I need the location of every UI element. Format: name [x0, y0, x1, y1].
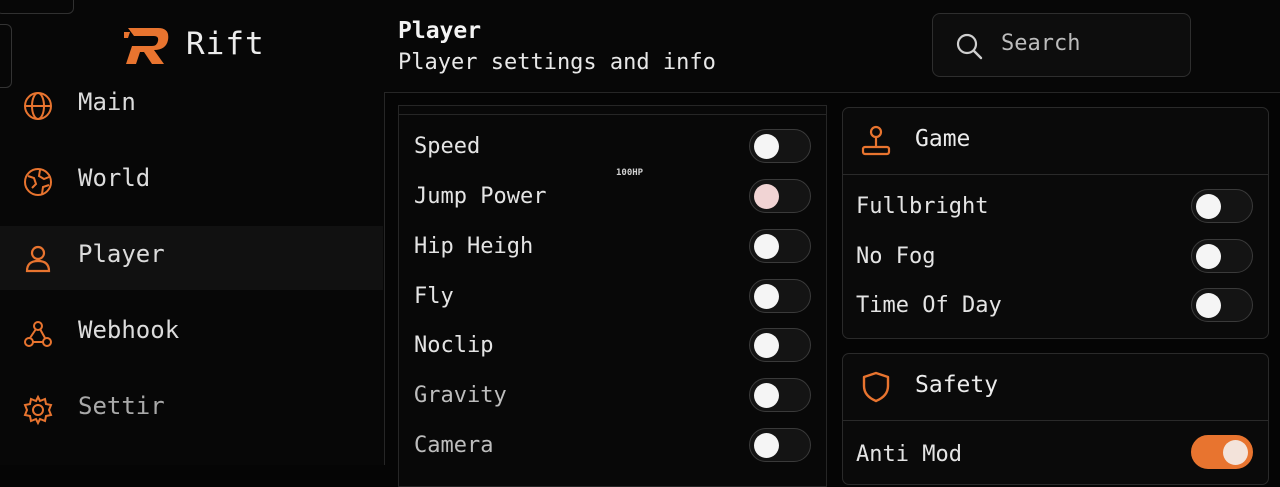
toggle-knob [1196, 244, 1221, 269]
page-subtitle: Player settings and info [398, 50, 716, 75]
sidebar-item-label: World [78, 164, 151, 192]
gravity-toggle[interactable] [749, 378, 811, 412]
webhook-icon [24, 321, 52, 347]
toggle-knob [1196, 194, 1221, 219]
fly-toggle[interactable] [749, 279, 811, 313]
card-title: Game [915, 126, 971, 152]
toggle-label: Anti Mod [856, 442, 962, 467]
toggle-label: Time Of Day [856, 293, 1002, 318]
toggle-row-fullbright: Fullbright [843, 184, 1268, 232]
sidebar-item-label: Main [78, 88, 136, 116]
safety-card: Safety Anti Mod [842, 353, 1269, 485]
gear-icon [23, 394, 53, 426]
toggle-row-time-of-day: Time Of Day [843, 283, 1268, 331]
speed-toggle[interactable] [749, 129, 811, 163]
toggle-label: Camera [414, 433, 494, 458]
toggle-knob [754, 234, 779, 259]
rift-logo-icon [124, 28, 169, 64]
toggle-label: Speed [414, 134, 481, 159]
toggle-row-anti-mod: Anti Mod [843, 432, 1268, 480]
toggle-row-jump-power: Jump Power [399, 174, 826, 222]
search-placeholder: Search [1001, 31, 1081, 56]
no-fog-toggle[interactable] [1191, 239, 1253, 273]
window-edge-fragment [0, 0, 74, 14]
card-title: Safety [915, 372, 999, 398]
sidebar-item-label: Settir [78, 392, 165, 420]
globe-icon [24, 92, 52, 120]
header: Player Player settings and info Search [384, 0, 1280, 93]
sidebar: Rift Main World Player Webhook Settir [0, 0, 385, 465]
toggle-label: No Fog [856, 244, 936, 269]
toggle-label: Fly [414, 284, 454, 309]
noclip-toggle[interactable] [749, 328, 811, 362]
hip-height-toggle[interactable] [749, 229, 811, 263]
sidebar-item-label: Player [78, 240, 165, 268]
toggle-knob [754, 383, 779, 408]
shield-icon [862, 371, 890, 403]
toggle-knob [754, 184, 779, 209]
toggle-row-camera: Camera [399, 423, 826, 471]
sidebar-item-main[interactable]: Main [0, 74, 383, 138]
fullbright-toggle[interactable] [1191, 189, 1253, 223]
sidebar-item-settings[interactable]: Settir [0, 378, 383, 442]
sidebar-item-world[interactable]: World [0, 150, 383, 214]
user-icon [25, 245, 51, 273]
anti-mod-toggle[interactable] [1191, 435, 1253, 469]
search-icon [956, 33, 983, 60]
toggle-knob [1196, 293, 1221, 318]
health-overlay-tag: 100HP [616, 168, 644, 178]
toggle-label: Fullbright [856, 194, 989, 219]
camera-toggle[interactable] [749, 428, 811, 462]
toggle-knob [754, 134, 779, 159]
app-name: Rift [186, 26, 265, 62]
toggle-row-no-fog: No Fog [843, 234, 1268, 282]
jump-power-toggle[interactable] [749, 179, 811, 213]
toggle-knob [754, 333, 779, 358]
toggle-row-speed: Speed [399, 124, 826, 172]
toggle-label: Hip Heigh [414, 234, 534, 259]
toggle-row-hip-height: Hip Heigh [399, 224, 826, 272]
panel-divider [399, 114, 826, 115]
time-of-day-toggle[interactable] [1191, 288, 1253, 322]
page-title: Player [398, 18, 482, 44]
search-input[interactable]: Search [932, 13, 1191, 77]
earth-icon [24, 168, 52, 196]
toggle-knob [754, 433, 779, 458]
toggle-label: Noclip [414, 333, 494, 358]
toggle-label: Gravity [414, 383, 507, 408]
card-header: Safety [843, 354, 1268, 421]
sidebar-item-label: Webhook [78, 316, 180, 344]
toggle-knob [1223, 440, 1248, 465]
sidebar-item-player[interactable]: Player [0, 226, 383, 290]
toggle-label: Jump Power [414, 184, 547, 209]
toggle-knob [754, 284, 779, 309]
joystick-icon [861, 125, 891, 156]
toggle-row-fly: Fly [399, 274, 826, 322]
toggle-row-gravity: Gravity [399, 373, 826, 421]
card-header: Game [843, 108, 1268, 175]
game-card: Game Fullbright No Fog Time Of Day [842, 107, 1269, 339]
sidebar-item-webhook[interactable]: Webhook [0, 302, 383, 366]
toggle-row-noclip: Noclip [399, 323, 826, 371]
player-settings-panel: Speed Jump Power Hip Heigh Fly Noclip Gr… [398, 105, 827, 487]
